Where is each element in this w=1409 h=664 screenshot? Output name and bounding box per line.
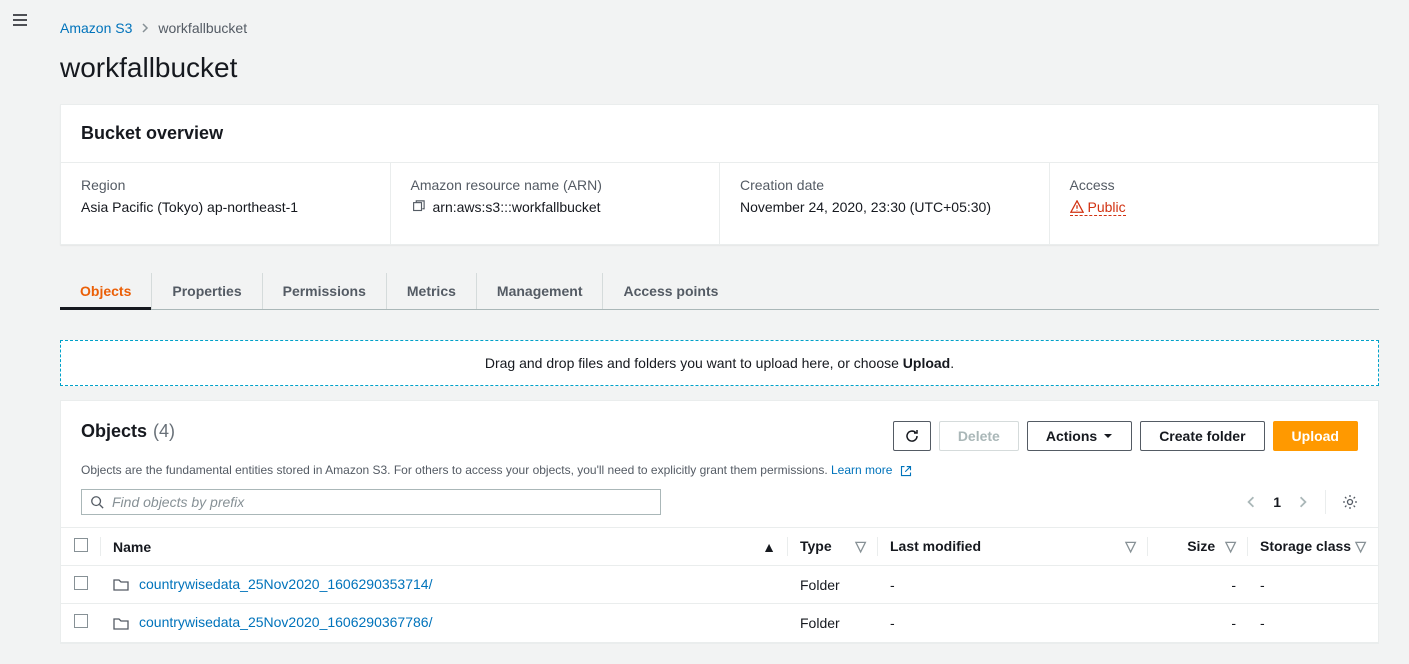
refresh-button[interactable]: [893, 421, 931, 451]
breadcrumb-root[interactable]: Amazon S3: [60, 20, 132, 36]
sort-icon[interactable]: ▽: [1225, 538, 1236, 555]
settings-button[interactable]: [1342, 494, 1358, 510]
sort-icon[interactable]: ▽: [855, 538, 866, 555]
tab-permissions[interactable]: Permissions: [263, 273, 387, 309]
prev-page-button[interactable]: [1245, 496, 1257, 508]
sort-asc-icon[interactable]: ▲: [762, 539, 776, 555]
copy-icon[interactable]: [411, 200, 425, 214]
creation-value: November 24, 2020, 23:30 (UTC+05:30): [740, 199, 1029, 215]
overview-title: Bucket overview: [81, 123, 1358, 144]
tab-objects[interactable]: Objects: [60, 273, 152, 309]
objects-count: (4): [153, 421, 175, 442]
learn-more-link[interactable]: Learn more: [831, 463, 892, 477]
access-label: Access: [1070, 177, 1359, 193]
access-value: Public: [1088, 199, 1126, 215]
menu-toggle[interactable]: [0, 0, 40, 40]
delete-button: Delete: [939, 421, 1019, 451]
hamburger-icon: [12, 12, 28, 28]
pagination: 1: [1245, 490, 1358, 514]
search-icon: [90, 495, 104, 509]
breadcrumb: Amazon S3 workfallbucket: [60, 20, 1379, 36]
objects-panel: Objects (4) Delete Actions Create folder…: [60, 400, 1379, 644]
folder-icon: [113, 577, 129, 593]
object-name-link[interactable]: countrywisedata_25Nov2020_1606290353714/: [139, 576, 432, 592]
object-modified: -: [878, 566, 1148, 604]
col-name-header[interactable]: Name: [113, 539, 151, 555]
col-storage-header[interactable]: Storage class: [1260, 538, 1351, 554]
gear-icon: [1342, 494, 1358, 510]
sort-icon[interactable]: ▽: [1355, 538, 1366, 555]
search-input[interactable]: [112, 494, 652, 510]
object-type: Folder: [788, 604, 878, 642]
chevron-right-icon: [140, 20, 150, 36]
col-type-header[interactable]: Type: [800, 538, 832, 554]
upload-dropzone[interactable]: Drag and drop files and folders you want…: [60, 340, 1379, 386]
create-folder-button[interactable]: Create folder: [1140, 421, 1264, 451]
object-size: -: [1148, 604, 1248, 642]
search-box[interactable]: [81, 489, 661, 515]
actions-button[interactable]: Actions: [1027, 421, 1132, 451]
row-checkbox[interactable]: [74, 576, 88, 590]
creation-label: Creation date: [740, 177, 1029, 193]
table-row: countrywisedata_25Nov2020_1606290367786/…: [61, 604, 1378, 642]
divider: [1325, 490, 1326, 514]
region-label: Region: [81, 177, 370, 193]
col-size-header[interactable]: Size: [1187, 538, 1215, 554]
external-link-icon: [900, 465, 912, 477]
select-all-checkbox[interactable]: [74, 538, 88, 552]
folder-icon: [113, 616, 129, 632]
actions-label: Actions: [1046, 428, 1097, 444]
objects-title: Objects: [81, 421, 147, 442]
next-page-button[interactable]: [1297, 496, 1309, 508]
object-size: -: [1148, 566, 1248, 604]
dropzone-upload-word: Upload: [903, 355, 950, 371]
tab-management[interactable]: Management: [477, 273, 604, 309]
bucket-overview-panel: Bucket overview Region Asia Pacific (Tok…: [60, 104, 1379, 245]
sort-icon[interactable]: ▽: [1125, 538, 1136, 555]
access-public-badge[interactable]: Public: [1070, 199, 1126, 216]
caret-down-icon: [1103, 431, 1113, 441]
page-number: 1: [1273, 494, 1281, 510]
object-storage-class: -: [1248, 604, 1378, 642]
arn-value: arn:aws:s3:::workfallbucket: [433, 199, 601, 215]
dropzone-text: Drag and drop files and folders you want…: [485, 355, 903, 371]
object-name-link[interactable]: countrywisedata_25Nov2020_1606290367786/: [139, 614, 432, 630]
tab-metrics[interactable]: Metrics: [387, 273, 477, 309]
refresh-icon: [904, 428, 920, 444]
object-type: Folder: [788, 566, 878, 604]
breadcrumb-current: workfallbucket: [158, 20, 247, 36]
col-modified-header[interactable]: Last modified: [890, 538, 981, 554]
warning-icon: [1070, 200, 1084, 214]
dropzone-suffix: .: [950, 355, 954, 371]
page-title: workfallbucket: [60, 52, 1379, 84]
objects-table: Name ▲ Type ▽ Last modified ▽ Size ▽ Storage…: [61, 527, 1378, 643]
tab-access-points[interactable]: Access points: [603, 273, 738, 309]
upload-button[interactable]: Upload: [1273, 421, 1358, 451]
objects-description: Objects are the fundamental entities sto…: [61, 463, 1378, 489]
arn-label: Amazon resource name (ARN): [411, 177, 700, 193]
table-row: countrywisedata_25Nov2020_1606290353714/…: [61, 566, 1378, 604]
region-value: Asia Pacific (Tokyo) ap-northeast-1: [81, 199, 370, 215]
bucket-tabs: Objects Properties Permissions Metrics M…: [60, 273, 1379, 310]
object-modified: -: [878, 604, 1148, 642]
tab-properties[interactable]: Properties: [152, 273, 262, 309]
row-checkbox[interactable]: [74, 614, 88, 628]
object-storage-class: -: [1248, 566, 1378, 604]
